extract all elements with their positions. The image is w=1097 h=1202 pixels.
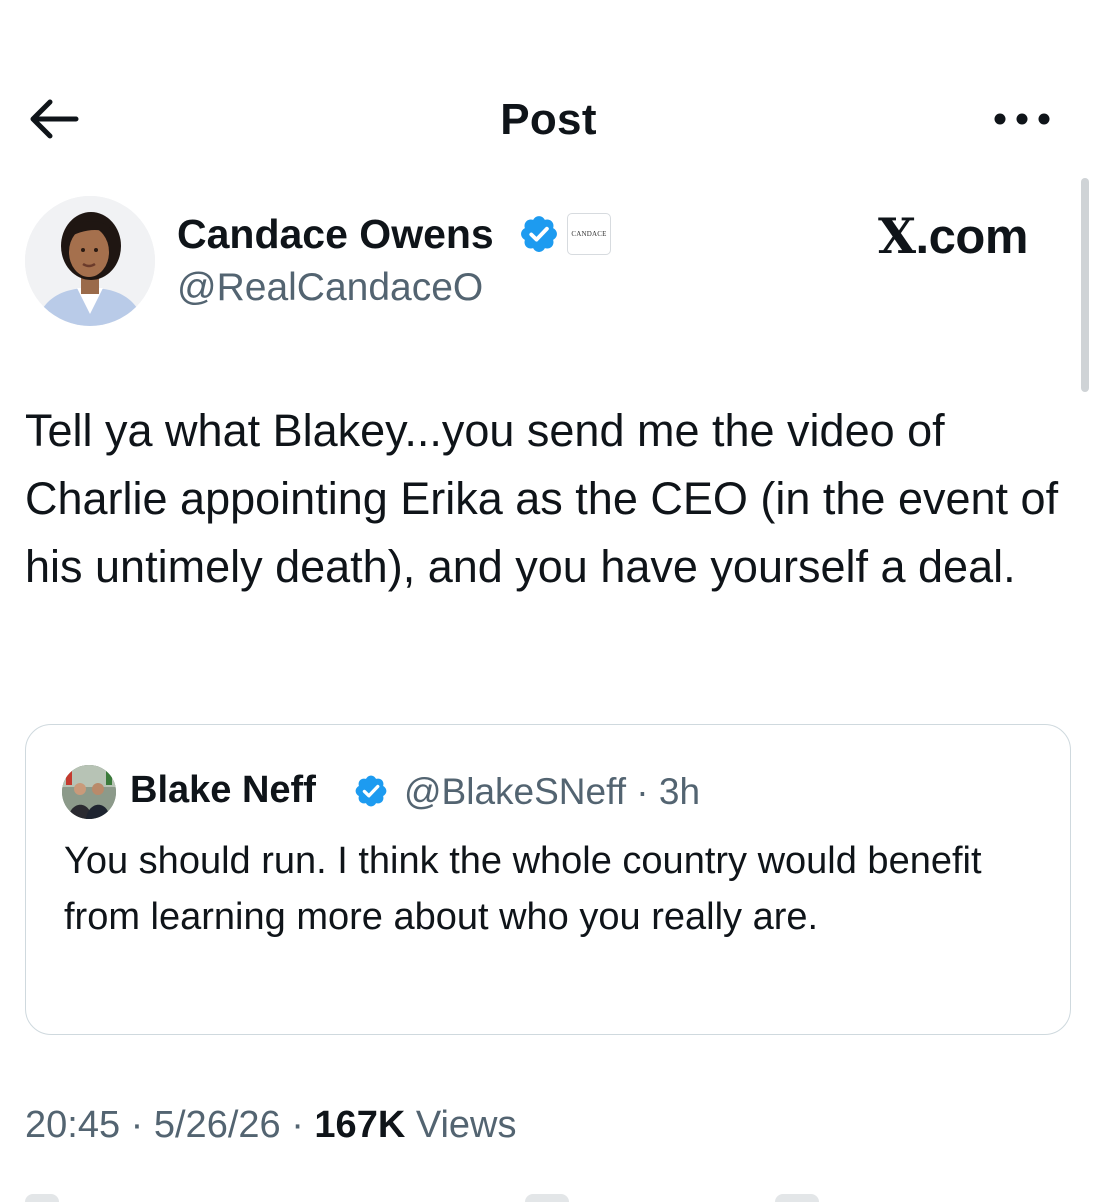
views-count: 167K: [314, 1104, 406, 1146]
affiliate-badge[interactable]: CANDACE: [567, 213, 611, 255]
post-timestamp[interactable]: 20:45 · 5/26/26 ·: [25, 1104, 314, 1146]
top-navigation-bar: Post: [0, 0, 1097, 180]
quoted-author-name[interactable]: Blake Neff: [130, 769, 316, 812]
quoted-author-avatar[interactable]: [62, 765, 116, 819]
quoted-handle-and-time[interactable]: @BlakeSNeff · 3h: [404, 771, 700, 813]
verified-badge-icon: [521, 216, 557, 252]
author-name[interactable]: Candace Owens: [177, 211, 494, 258]
post-text: Tell ya what Blakey...you send me the vi…: [25, 405, 1059, 592]
views-label: Views: [405, 1104, 517, 1146]
candace-avatar-icon: [25, 196, 155, 326]
watermark-suffix: .com: [915, 210, 1029, 264]
x-com-watermark: X.com: [878, 207, 1028, 265]
author-handle[interactable]: @RealCandaceO: [177, 266, 483, 310]
scrollbar[interactable]: [1081, 178, 1089, 392]
author-avatar[interactable]: [25, 196, 155, 326]
blake-avatar-icon: [62, 765, 116, 819]
quoted-post-text: You should run. I think the whole countr…: [64, 840, 982, 938]
page-title: Post: [500, 95, 597, 144]
quoted-post-card[interactable]: Blake Neff @BlakeSNeff · 3h You should r…: [25, 724, 1071, 1035]
x-logo-text: X: [878, 207, 916, 265]
post-metadata: 20:45 · 5/26/26 · 167K Views: [25, 1104, 517, 1147]
more-options-icon[interactable]: [990, 104, 1054, 134]
verified-badge-icon: [355, 775, 387, 807]
action-bar-edge: [25, 1190, 1071, 1202]
